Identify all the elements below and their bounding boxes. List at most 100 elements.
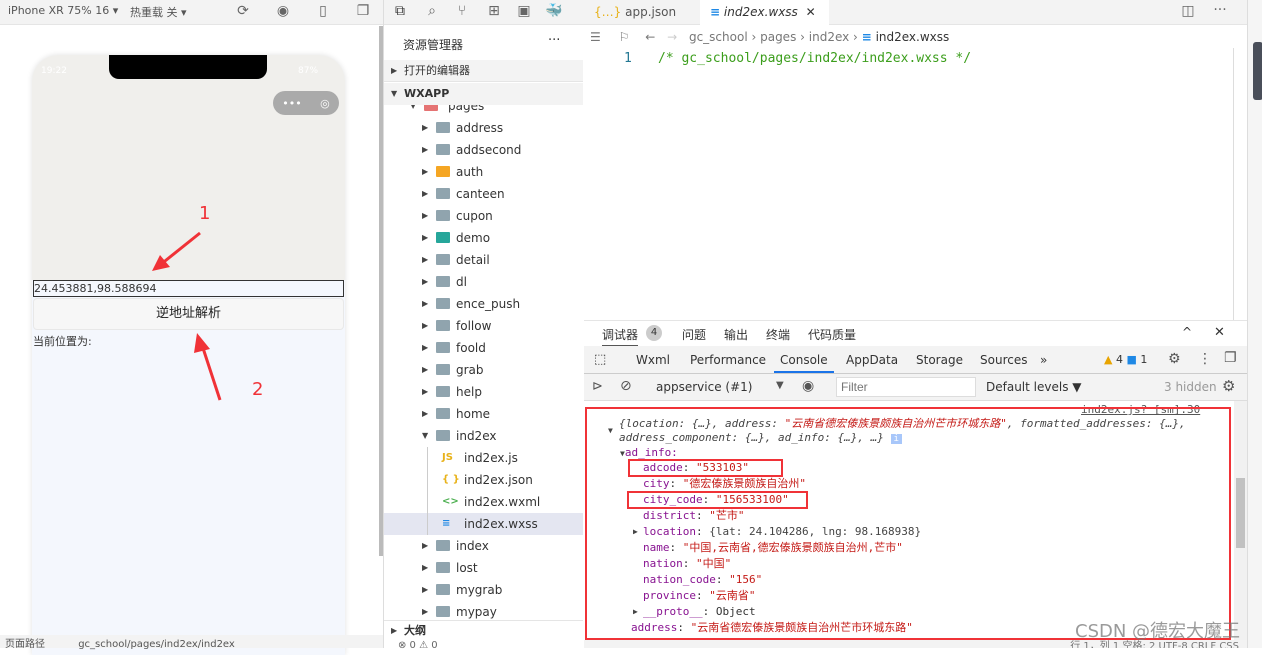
tree-folder-help[interactable]: ▶ help bbox=[384, 381, 583, 403]
folder-icon bbox=[436, 408, 450, 419]
settings-icon[interactable]: ⚙ bbox=[1168, 351, 1181, 367]
log-levels-select[interactable]: Default levels ▼ bbox=[986, 380, 1082, 394]
project-section[interactable]: ▼ WXAPP bbox=[384, 83, 583, 105]
tree-folder-addsecond[interactable]: ▶ addsecond bbox=[384, 139, 583, 161]
folder-icon bbox=[436, 144, 450, 155]
tree-folder-ence_push[interactable]: ▶ ence_push bbox=[384, 293, 583, 315]
tree-folder-dl[interactable]: ▶ dl bbox=[384, 271, 583, 293]
device-select[interactable]: iPhone XR 75% 16 ▾ bbox=[8, 4, 118, 17]
panel-tab-0[interactable]: 调试器 bbox=[602, 326, 639, 347]
refresh-icon[interactable]: ⟳ bbox=[233, 3, 253, 19]
explorer-more-button[interactable]: ··· bbox=[548, 33, 560, 48]
save-icon[interactable]: ▣ bbox=[514, 3, 534, 19]
tree-folder-foold[interactable]: ▶ foold bbox=[384, 337, 583, 359]
search-icon[interactable]: ⌕ bbox=[422, 3, 442, 19]
extensions-icon[interactable]: ⊞ bbox=[484, 3, 504, 19]
page-path: gc_school/pages/ind2ex/ind2ex bbox=[78, 639, 235, 650]
devtools-tab-appdata[interactable]: AppData bbox=[846, 353, 898, 367]
devtools-tab-console[interactable]: Console bbox=[774, 353, 834, 373]
tree-folder-mypay[interactable]: ▶ mypay bbox=[384, 601, 583, 620]
context-dropdown-icon[interactable]: ▼ bbox=[776, 380, 784, 391]
tree-file-ind2ex.js[interactable]: JS ind2ex.js bbox=[384, 447, 583, 469]
panel-tab-1[interactable]: 问题 bbox=[682, 326, 706, 343]
kebab-menu-icon[interactable]: ⋮ bbox=[1198, 351, 1212, 367]
console-toolbar: ⊳ ⊘ appservice (#1) ▼ ◉ Default levels ▼… bbox=[584, 374, 1247, 401]
tree-file-ind2ex.json[interactable]: { } ind2ex.json bbox=[384, 469, 583, 491]
panel-tab-4[interactable]: 代码质量 bbox=[808, 326, 856, 343]
outline-section[interactable]: ▶ 大纲 bbox=[384, 620, 583, 640]
open-editors-section[interactable]: ▶ 打开的编辑器 bbox=[384, 60, 583, 82]
context-select[interactable]: appservice (#1) bbox=[656, 380, 752, 394]
debugger-badge: 4 bbox=[646, 325, 662, 341]
tab-app-json[interactable]: {…} app.json bbox=[584, 0, 700, 25]
folder-icon bbox=[436, 122, 450, 133]
simulator-toolbar: iPhone XR 75% 16 ▾ 热重载 关 ▾ ⟳ ◉ ▯ ❐ bbox=[0, 0, 383, 25]
tree-folder-index[interactable]: ▶ index bbox=[384, 535, 583, 557]
tree-folder-address[interactable]: ▶ address bbox=[384, 117, 583, 139]
devtools-tab-sources[interactable]: Sources bbox=[980, 353, 1027, 367]
tree-folder-cupon[interactable]: ▶ cupon bbox=[384, 205, 583, 227]
forward-icon[interactable]: → bbox=[667, 30, 677, 44]
close-tab-icon[interactable]: ✕ bbox=[806, 5, 816, 19]
code-line[interactable]: /* gc_school/pages/ind2ex/ind2ex.wxss */ bbox=[658, 51, 971, 66]
devtools-tab-performance[interactable]: Performance bbox=[690, 353, 766, 367]
css-icon: ≡ bbox=[710, 5, 721, 19]
devtools-tab-wxml[interactable]: Wxml bbox=[636, 353, 670, 367]
tree-folder-detail[interactable]: ▶ detail bbox=[384, 249, 583, 271]
editor-more-icon[interactable]: ··· bbox=[1210, 2, 1230, 18]
dock-icon[interactable]: ❐ bbox=[1224, 350, 1237, 366]
file-type-icon: ≡ bbox=[442, 518, 451, 529]
problems-status[interactable]: ⊗ 0 ⚠ 0 bbox=[398, 640, 438, 651]
tree-file-ind2ex.wxss[interactable]: ≡ ind2ex.wxss bbox=[384, 513, 583, 535]
split-editor-icon[interactable]: ◫ bbox=[1178, 3, 1198, 19]
outline-icon[interactable]: ☰ bbox=[590, 30, 601, 44]
tree-folder-grab[interactable]: ▶ grab bbox=[384, 359, 583, 381]
message-count[interactable]: 1 bbox=[1140, 353, 1147, 366]
devtools-tab-»[interactable]: » bbox=[1040, 353, 1047, 367]
tree-file-ind2ex.wxml[interactable]: <> ind2ex.wxml bbox=[384, 491, 583, 513]
inspect-icon[interactable]: ⬚ bbox=[594, 352, 606, 367]
tree-folder-demo[interactable]: ▶ demo bbox=[384, 227, 583, 249]
css-icon: ≡ bbox=[861, 30, 872, 44]
tree-folder-follow[interactable]: ▶ follow bbox=[384, 315, 583, 337]
folder-icon bbox=[436, 364, 450, 375]
panel-tab-2[interactable]: 输出 bbox=[724, 326, 748, 343]
bookmark-icon[interactable]: ⚐ bbox=[619, 30, 630, 44]
eye-icon[interactable]: ◉ bbox=[802, 378, 814, 394]
folder-icon bbox=[436, 584, 450, 595]
tree-folder-ind2ex[interactable]: ▼ ind2ex bbox=[384, 425, 583, 447]
devtools-tab-storage[interactable]: Storage bbox=[916, 353, 963, 367]
devtools-panel-tabs: 4 ^ ✕ 调试器 问题 输出 终端 代码质量 bbox=[584, 320, 1247, 347]
tree-folder-pages[interactable]: ▼ pages bbox=[384, 105, 583, 117]
stop-icon[interactable]: ◉ bbox=[273, 3, 293, 19]
filter-input[interactable] bbox=[836, 377, 976, 397]
sidebar-toggle-icon[interactable]: ⊳ bbox=[592, 379, 603, 394]
clear-console-icon[interactable]: ⊘ bbox=[620, 378, 632, 394]
tree-folder-canteen[interactable]: ▶ canteen bbox=[384, 183, 583, 205]
tab-ind2ex-wxss[interactable]: ≡ ind2ex.wxss ✕ bbox=[700, 0, 829, 26]
more-icon[interactable]: ••• bbox=[282, 97, 301, 110]
console-settings-icon[interactable]: ⚙ bbox=[1222, 377, 1235, 395]
tree-folder-home[interactable]: ▶ home bbox=[384, 403, 583, 425]
window-icon[interactable]: ❐ bbox=[353, 3, 373, 19]
close-circle-icon[interactable]: ◎ bbox=[320, 97, 330, 110]
warning-count[interactable]: 4 bbox=[1116, 353, 1123, 366]
phone-icon[interactable]: ▯ bbox=[313, 3, 333, 19]
status-bar: 行 1，列 1 空格: 2 UTF-8 CRLF CSS bbox=[584, 640, 1247, 648]
files-icon[interactable]: ⧉ bbox=[390, 3, 410, 19]
close-panel-icon[interactable]: ✕ bbox=[1214, 325, 1225, 340]
back-icon[interactable]: ← bbox=[645, 30, 655, 44]
tree-folder-mygrab[interactable]: ▶ mygrab bbox=[384, 579, 583, 601]
panel-tab-3[interactable]: 终端 bbox=[766, 326, 790, 343]
git-icon[interactable]: ⑂ bbox=[452, 3, 472, 19]
hot-reload-select[interactable]: 热重载 关 ▾ bbox=[130, 4, 187, 20]
console-scrollbar[interactable] bbox=[1234, 401, 1247, 640]
breadcrumb: ☰ ⚐ ← → gc_school › pages › ind2ex › ≡ i… bbox=[590, 30, 950, 44]
file-tree: ▼ pages ▶ address ▶ addsecond ▶ auth ▶ canteen ▶ cu… bbox=[384, 105, 583, 620]
collapse-icon[interactable]: ^ bbox=[1182, 325, 1192, 339]
capsule-menu[interactable]: ••• ◎ bbox=[273, 91, 339, 115]
folder-icon bbox=[436, 232, 450, 243]
tree-folder-auth[interactable]: ▶ auth bbox=[384, 161, 583, 183]
docker-icon[interactable]: 🐳 bbox=[544, 3, 564, 19]
tree-folder-lost[interactable]: ▶ lost bbox=[384, 557, 583, 579]
